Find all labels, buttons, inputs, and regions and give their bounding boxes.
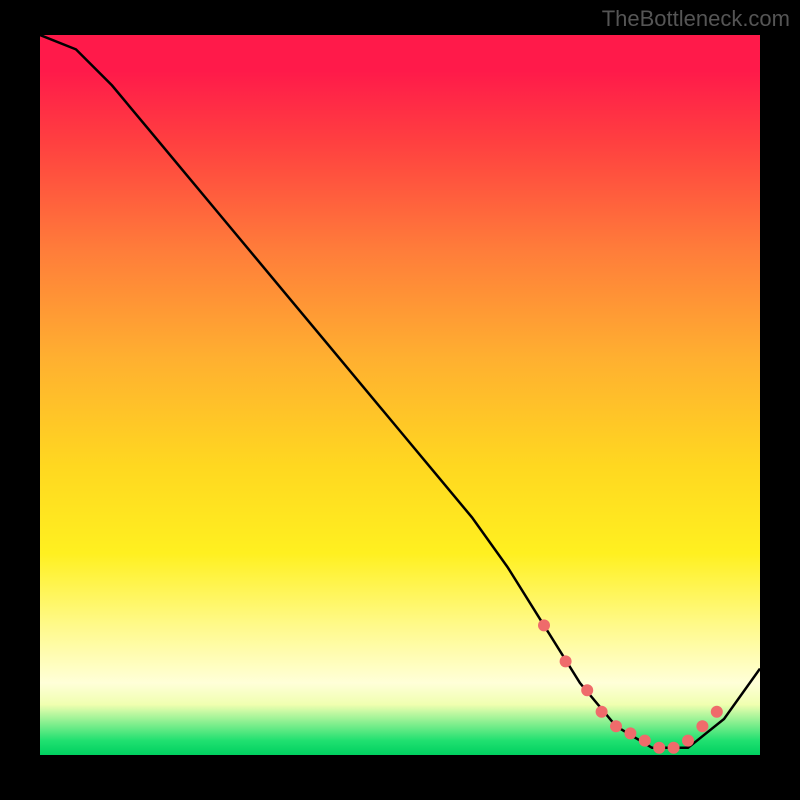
chart-svg [40, 35, 760, 755]
marker-dot [560, 655, 572, 667]
marker-dot [653, 742, 665, 754]
marker-dot [668, 742, 680, 754]
marker-dot [639, 735, 651, 747]
optimal-region-markers [538, 619, 723, 753]
bottleneck-curve-line [40, 35, 760, 748]
marker-dot [682, 735, 694, 747]
bottleneck-chart [40, 35, 760, 755]
marker-dot [596, 706, 608, 718]
marker-dot [711, 706, 723, 718]
marker-dot [696, 720, 708, 732]
watermark-text: TheBottleneck.com [602, 6, 790, 32]
marker-dot [581, 684, 593, 696]
marker-dot [538, 619, 550, 631]
marker-dot [624, 727, 636, 739]
marker-dot [610, 720, 622, 732]
